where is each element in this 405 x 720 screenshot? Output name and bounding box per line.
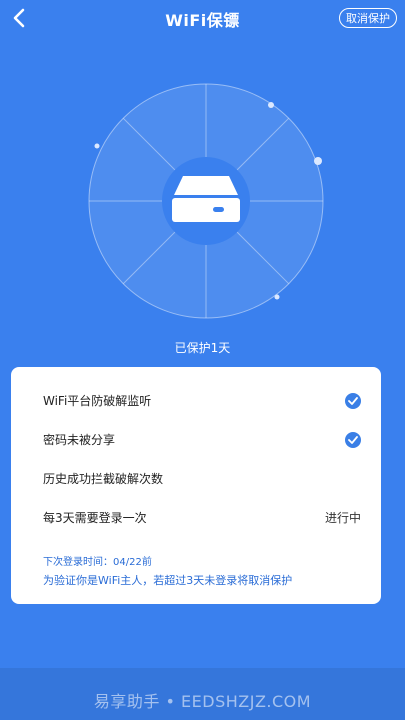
cancel-protection-button[interactable]: 取消保护 <box>339 8 397 28</box>
warning-note: 为验证你是WiFi主人，若超过3天未登录将取消保护 <box>43 574 293 587</box>
list-item: 每3天需要登录一次 进行中 <box>43 508 361 528</box>
list-item-label: WiFi平台防破解监听 <box>43 394 152 408</box>
security-card: WiFi平台防破解监听 密码未被分享 历史成功拦截破解次数 每3天需要登录一次 … <box>11 367 381 604</box>
check-icon <box>345 393 361 409</box>
protection-radar <box>88 83 324 319</box>
router-icon <box>172 176 240 222</box>
login-status: 进行中 <box>324 511 361 525</box>
protection-status: 已保护1天 <box>174 341 231 355</box>
watermark: 易享助手 • EEDSHZJZ.COM <box>93 692 312 711</box>
list-item-label: 密码未被分享 <box>43 433 116 447</box>
top-bar: WiFi保镖 取消保护 <box>0 0 405 36</box>
check-icon <box>345 432 361 448</box>
list-item: WiFi平台防破解监听 <box>43 391 361 411</box>
list-item: 历史成功拦截破解次数 <box>43 469 361 489</box>
next-login-note: 下次登录时间：04/22前 <box>43 557 152 568</box>
list-item: 密码未被分享 <box>43 430 361 450</box>
list-item-label: 每3天需要登录一次 <box>43 511 147 525</box>
list-item-label: 历史成功拦截破解次数 <box>43 472 164 486</box>
